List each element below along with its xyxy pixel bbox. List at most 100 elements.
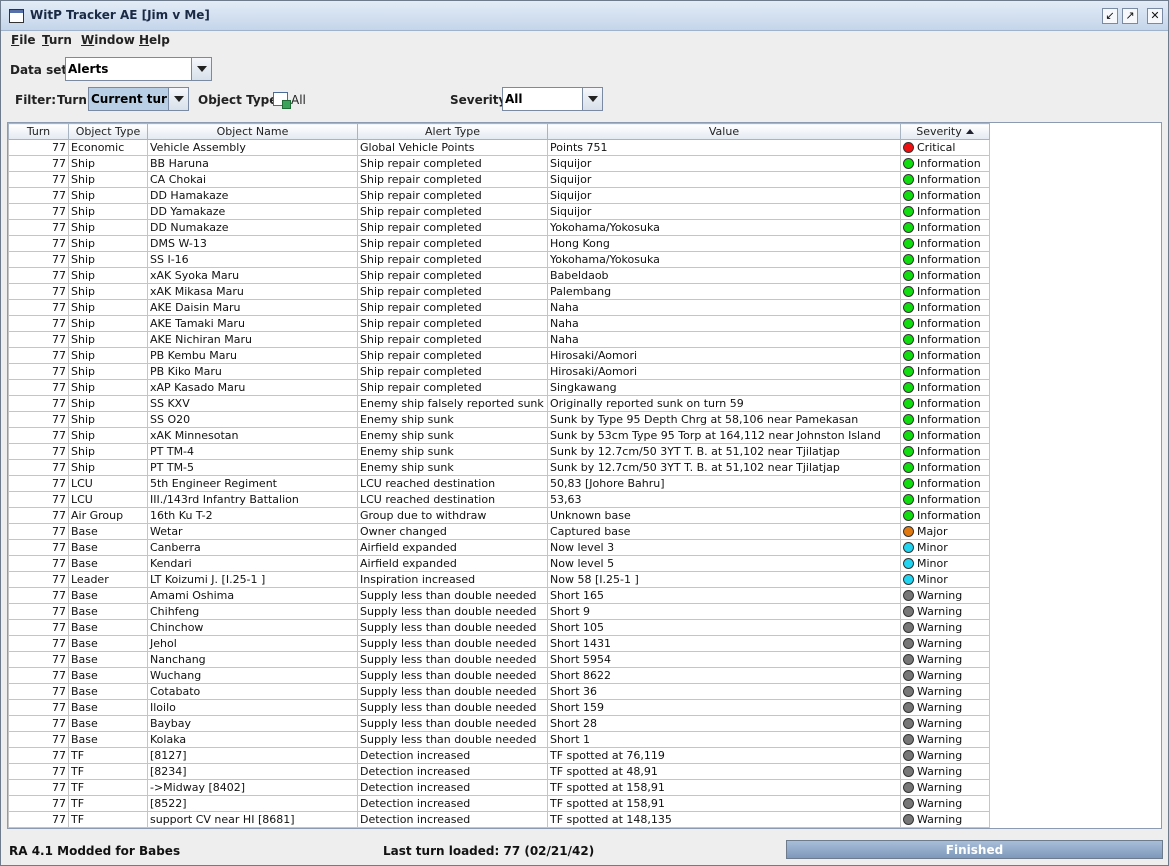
table-row[interactable]: 77 Ship CA Chokai Ship repair completed Siqu… [8,171,990,188]
cell-turn: 77 [8,395,69,412]
table-row[interactable]: 77 TF [8127] Detection increased TF spotted… [8,747,990,764]
table-row[interactable]: 77 Base Jehol Supply less than double neede… [8,635,990,652]
cell-value: Yokohama/Yokosuka [547,251,901,268]
cell-object-name: Cotabato [147,683,358,700]
column-header-object-name[interactable]: Object Name [147,123,358,140]
menu-turn[interactable]: Turn [42,33,72,47]
cell-severity: Information [900,219,990,236]
cell-object-name: AKE Nichiran Maru [147,331,358,348]
table-row[interactable]: 77 Ship PB Kembu Maru Ship repair completed… [8,347,990,364]
column-header-value[interactable]: Value [547,123,901,140]
cell-severity: Information [900,491,990,508]
maximize-icon[interactable]: ↗ [1122,8,1138,24]
cell-turn: 77 [8,187,69,204]
cell-object-name: SS I-16 [147,251,358,268]
object-type-picker-icon[interactable] [273,92,291,109]
table-row[interactable]: 77 Base Amami Oshima Supply less than doubl… [8,587,990,604]
table-row[interactable]: 77 Ship BB Haruna Ship repair completed Siqu… [8,155,990,172]
cell-turn: 77 [8,315,69,332]
table-row[interactable]: 77 Ship DMS W-13 Ship repair completed Hong … [8,235,990,252]
close-icon[interactable]: ✕ [1147,8,1163,24]
table-row[interactable]: 77 Ship DD Numakaze Ship repair completed Yo… [8,219,990,236]
cell-alert-type: Supply less than double needed [357,699,548,716]
column-header-object-type[interactable]: Object Type [68,123,148,140]
menu-help[interactable]: Help [139,33,170,47]
menu-file[interactable]: File [11,33,36,47]
column-header-severity[interactable]: Severity [900,123,990,140]
minimize-icon[interactable]: ↙ [1102,8,1118,24]
severity-select[interactable]: All [502,87,603,111]
table-row[interactable]: 77 TF support CV near HI [8681] Detection i… [8,811,990,828]
severity-dot-icon [903,174,914,185]
table-row[interactable]: 77 TF ->Midway [8402] Detection increased TF… [8,779,990,796]
title-bar[interactable]: WitP Tracker AE [Jim v Me] ↙ ↗ ✕ [1,1,1168,31]
column-header-alert-type[interactable]: Alert Type [357,123,548,140]
table-row[interactable]: 77 Ship SS KXV Enemy ship falsely reported … [8,395,990,412]
table-row[interactable]: 77 Base Chinchow Supply less than double ne… [8,619,990,636]
table-row[interactable]: 77 Leader LT Koizumi J. [I.25-1 ] Inspirati… [8,571,990,588]
severity-dot-icon [903,606,914,617]
cell-turn: 77 [8,683,69,700]
cell-object-name: PT TM-5 [147,459,358,476]
chevron-down-icon[interactable] [191,58,211,80]
table-row[interactable]: 77 Air Group 16th Ku T-2 Group due to withd… [8,507,990,524]
table-row[interactable]: 77 Base Nanchang Supply less than double ne… [8,651,990,668]
table-row[interactable]: 77 Ship xAK Mikasa Maru Ship repair complet… [8,283,990,300]
cell-turn: 77 [8,763,69,780]
table-row[interactable]: 77 Base Baybay Supply less than double need… [8,715,990,732]
table-row[interactable]: 77 LCU III./143rd Infantry Battalion LCU re… [8,491,990,508]
table-row[interactable]: 77 Ship AKE Nichiran Maru Ship repair compl… [8,331,990,348]
cell-severity: Warning [900,683,990,700]
table-row[interactable]: 77 Base Wuchang Supply less than double nee… [8,667,990,684]
table-row[interactable]: 77 Ship AKE Daisin Maru Ship repair complet… [8,299,990,316]
table-row[interactable]: 77 Ship PB Kiko Maru Ship repair completed H… [8,363,990,380]
chevron-down-icon[interactable] [582,88,602,110]
table-row[interactable]: 77 Base Kolaka Supply less than double need… [8,731,990,748]
cell-turn: 77 [8,443,69,460]
table-row[interactable]: 77 Ship SS O20 Enemy ship sunk Sunk by Type … [8,411,990,428]
alerts-table-panel[interactable]: Turn Object Type Object Name Alert Type … [7,122,1162,829]
cell-object-type: Base [68,699,148,716]
table-row[interactable]: 77 Economic Vehicle Assembly Global Vehicle… [8,139,990,156]
table-row[interactable]: 77 Ship xAK Syoka Maru Ship repair complete… [8,267,990,284]
cell-value: Singkawang [547,379,901,396]
chevron-down-icon[interactable] [168,88,188,110]
table-row[interactable]: 77 Ship AKE Tamaki Maru Ship repair complet… [8,315,990,332]
dataset-select[interactable]: Alerts [65,57,212,81]
cell-alert-type: Detection increased [357,795,548,812]
cell-object-type: Base [68,555,148,572]
table-row[interactable]: 77 Base Kendari Airfield expanded Now level … [8,555,990,572]
table-row[interactable]: 77 Base Canberra Airfield expanded Now level… [8,539,990,556]
cell-turn: 77 [8,651,69,668]
cell-severity: Warning [900,731,990,748]
table-row[interactable]: 77 TF [8234] Detection increased TF spotted… [8,763,990,780]
turn-select[interactable]: Current turn [88,87,189,111]
cell-severity: Information [900,267,990,284]
table-row[interactable]: 77 Ship PT TM-5 Enemy ship sunk Sunk by 12.7… [8,459,990,476]
table-row[interactable]: 77 LCU 5th Engineer Regiment LCU reached de… [8,475,990,492]
table-row[interactable]: 77 Base Chihfeng Supply less than double ne… [8,603,990,620]
cell-object-name: Kolaka [147,731,358,748]
table-row[interactable]: 77 Base Wetar Owner changed Captured base Maj… [8,523,990,540]
table-row[interactable]: 77 Ship SS I-16 Ship repair completed Yokoha… [8,251,990,268]
column-header-turn[interactable]: Turn [8,123,69,140]
menu-window[interactable]: Window [81,33,135,47]
cell-value: Short 9 [547,603,901,620]
table-row[interactable]: 77 Ship PT TM-4 Enemy ship sunk Sunk by 12.7… [8,443,990,460]
table-row[interactable]: 77 Ship xAP Kasado Maru Ship repair complet… [8,379,990,396]
table-row[interactable]: 77 TF [8522] Detection increased TF spotted… [8,795,990,812]
object-type-value[interactable]: All [291,93,306,107]
cell-alert-type: Ship repair completed [357,347,548,364]
cell-object-type: Ship [68,219,148,236]
table-row[interactable]: 77 Base Iloilo Supply less than double need… [8,699,990,716]
cell-alert-type: Ship repair completed [357,379,548,396]
table-row[interactable]: 77 Base Cotabato Supply less than double ne… [8,683,990,700]
cell-object-type: Base [68,603,148,620]
cell-turn: 77 [8,363,69,380]
cell-value: Hong Kong [547,235,901,252]
table-row[interactable]: 77 Ship xAK Minnesotan Enemy ship sunk Sunk … [8,427,990,444]
cell-value: TF spotted at 158,91 [547,795,901,812]
table-row[interactable]: 77 Ship DD Hamakaze Ship repair completed Si… [8,187,990,204]
cell-value: Naha [547,299,901,316]
table-row[interactable]: 77 Ship DD Yamakaze Ship repair completed Si… [8,203,990,220]
